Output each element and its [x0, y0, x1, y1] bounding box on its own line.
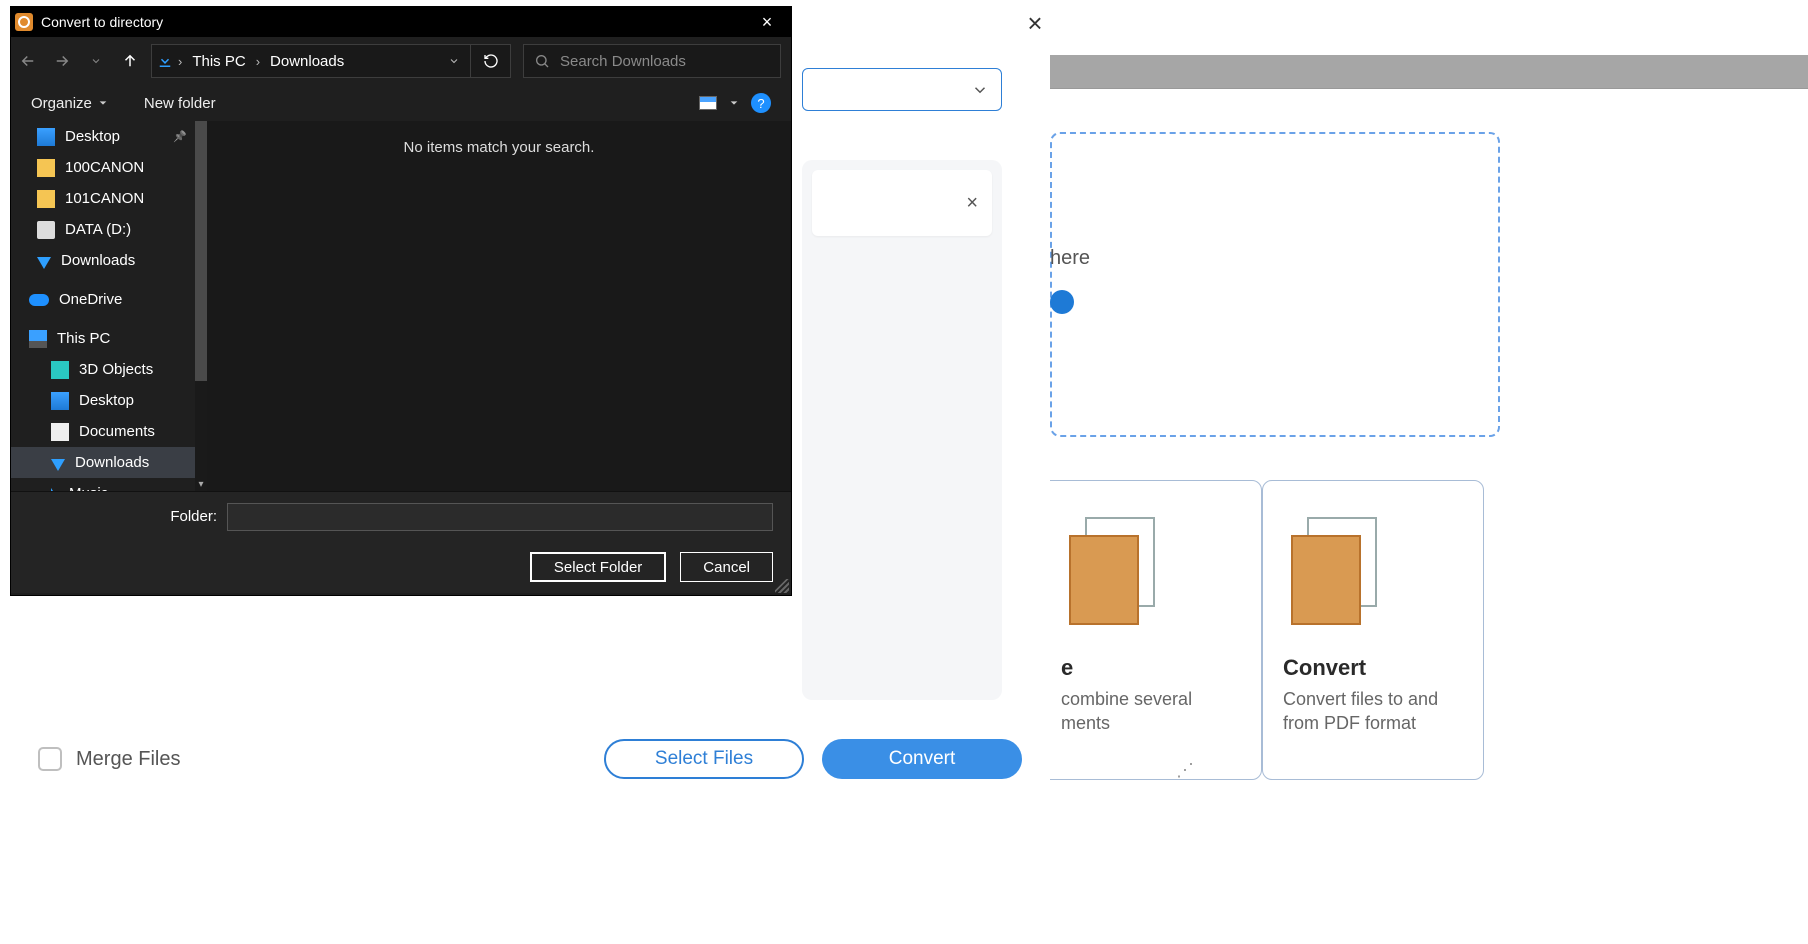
view-dropdown-icon[interactable]	[729, 98, 739, 108]
tree-item[interactable]: Downloads	[11, 447, 207, 478]
tree-item-label: Downloads	[61, 252, 135, 269]
desktop-icon	[37, 128, 55, 146]
card-desc: combine several ments	[1061, 687, 1241, 736]
folder-input[interactable]	[227, 503, 773, 531]
dialog-close-button[interactable]: ×	[747, 8, 787, 36]
file-list-area[interactable]: No items match your search.	[207, 121, 791, 491]
tree-item[interactable]: Downloads	[11, 245, 207, 276]
convert-button[interactable]: Convert	[822, 739, 1022, 779]
drive-icon	[37, 221, 55, 239]
format-dropdown[interactable]	[802, 68, 1002, 111]
organize-menu[interactable]: Organize	[31, 95, 108, 112]
feature-card-merge[interactable]: e combine several ments	[1040, 480, 1262, 780]
tree-item[interactable]: This PC	[11, 323, 207, 354]
folder-label: Folder:	[170, 508, 217, 525]
dialog-body: Desktop 100CANON 101CANON DATA (D:) Download…	[11, 121, 791, 491]
nav-tree[interactable]: Desktop 100CANON 101CANON DATA (D:) Download…	[11, 121, 207, 491]
tree-item-label: This PC	[57, 330, 110, 347]
tree-item[interactable]: Desktop	[11, 121, 207, 152]
crumb-this-pc[interactable]: This PC	[182, 53, 255, 70]
down-icon	[51, 459, 65, 471]
nav-recent-button[interactable]	[79, 44, 113, 78]
nav-up-button[interactable]	[113, 44, 147, 78]
search-icon	[534, 53, 550, 69]
folder-row: Folder:	[11, 491, 791, 541]
convert-card-icon	[1283, 503, 1383, 633]
dialog-titlebar[interactable]: Convert to directory ×	[11, 7, 791, 37]
folder-icon	[37, 159, 55, 177]
card-title: Convert	[1283, 655, 1463, 681]
pc-icon	[29, 330, 47, 348]
tree-item-label: OneDrive	[59, 291, 122, 308]
resize-grip-icon[interactable]	[775, 579, 789, 593]
chip-remove-icon[interactable]: ×	[966, 192, 978, 215]
tree-item-label: Desktop	[65, 128, 120, 145]
tree-scrollbar[interactable]: ▴ ▾	[195, 121, 207, 491]
folder-picker-dialog: Convert to directory × › This PC › Downl…	[10, 6, 792, 596]
music-icon	[51, 488, 59, 492]
tree-item-label: Music	[69, 485, 108, 491]
drop-indicator-icon	[1050, 290, 1074, 314]
select-files-button[interactable]: Select Files	[604, 739, 804, 779]
resize-grip-icon[interactable]: ⋰	[1176, 760, 1194, 781]
feature-card-convert[interactable]: Convert Convert files to and from PDF fo…	[1262, 480, 1484, 780]
folder-icon	[37, 190, 55, 208]
tree-item[interactable]: 3D Objects	[11, 354, 207, 385]
card-title: e	[1061, 655, 1241, 681]
search-placeholder: Search Downloads	[560, 53, 686, 70]
background-menubar	[1050, 55, 1808, 89]
tree-item-label: 100CANON	[65, 159, 144, 176]
tree-item-label: Desktop	[79, 392, 134, 409]
onedrive-icon	[29, 294, 49, 306]
scroll-down-icon[interactable]: ▾	[196, 479, 206, 489]
search-input[interactable]: Search Downloads	[523, 44, 781, 78]
cancel-button[interactable]: Cancel	[680, 552, 773, 582]
tree-item[interactable]: 100CANON	[11, 152, 207, 183]
card-desc: Convert files to and from PDF format	[1283, 687, 1463, 736]
modal-close-button[interactable]: ×	[1020, 8, 1050, 38]
empty-message: No items match your search.	[207, 139, 791, 156]
crumb-dropdown-button[interactable]	[438, 55, 470, 67]
view-mode-icon[interactable]	[699, 96, 717, 110]
help-button[interactable]: ?	[751, 93, 771, 113]
merge-label: Merge Files	[76, 748, 180, 771]
scroll-thumb[interactable]	[195, 121, 207, 381]
tree-item[interactable]: Desktop	[11, 385, 207, 416]
tree-item-label: Downloads	[75, 454, 149, 471]
dialog-actions: Select Folder Cancel	[11, 541, 791, 593]
tree-item[interactable]: OneDrive	[11, 284, 207, 315]
new-folder-button[interactable]: New folder	[144, 95, 216, 112]
modal-footer: Merge Files Select Files Convert	[38, 736, 1022, 782]
drop-zone[interactable]	[1050, 132, 1500, 437]
desktop-icon	[51, 392, 69, 410]
chevron-down-icon	[971, 81, 989, 99]
files-panel	[802, 160, 1002, 700]
tree-item[interactable]: 101CANON	[11, 183, 207, 214]
tree-item-label: DATA (D:)	[65, 221, 131, 238]
down-icon	[37, 257, 51, 269]
select-folder-button[interactable]: Select Folder	[530, 552, 666, 582]
tree-item-label: 101CANON	[65, 190, 144, 207]
refresh-button[interactable]	[471, 44, 511, 78]
tree-item-label: Documents	[79, 423, 155, 440]
dialog-navbar: › This PC › Downloads Search Downloads	[11, 37, 791, 85]
app-icon	[15, 13, 33, 31]
nav-forward-button[interactable]	[45, 44, 79, 78]
tree-item[interactable]: Documents	[11, 416, 207, 447]
doc-icon	[51, 423, 69, 441]
tree-item-label: 3D Objects	[79, 361, 153, 378]
address-breadcrumb[interactable]: › This PC › Downloads	[151, 44, 471, 78]
merge-checkbox[interactable]	[38, 747, 62, 771]
merge-card-icon	[1061, 503, 1161, 633]
3d-icon	[51, 361, 69, 379]
dialog-title: Convert to directory	[41, 14, 163, 30]
drop-hint-fragment: here	[1050, 247, 1090, 270]
tree-item[interactable]: DATA (D:)	[11, 214, 207, 245]
nav-back-button[interactable]	[11, 44, 45, 78]
crumb-downloads[interactable]: Downloads	[260, 53, 354, 70]
downloads-crumb-icon	[152, 52, 178, 70]
file-chip[interactable]: ×	[812, 170, 992, 236]
dialog-toolbar: Organize New folder ?	[11, 85, 791, 121]
tree-item[interactable]: Music	[11, 478, 207, 491]
